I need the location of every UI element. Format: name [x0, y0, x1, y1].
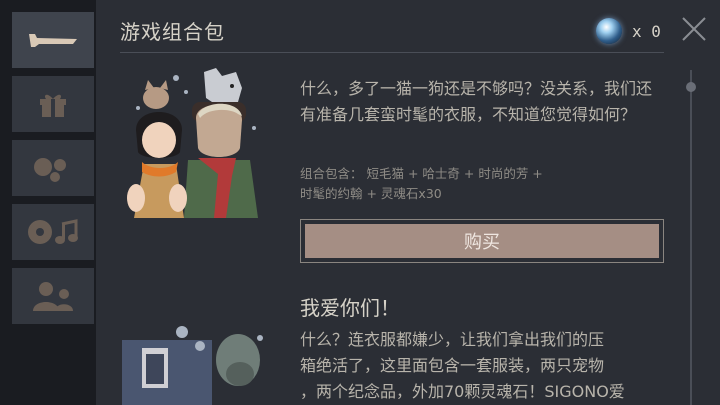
offer-contents-line: 组合包含： 短毛猫 + 哈士奇 + 时尚的芳 + [300, 166, 543, 181]
offer-contents-line: 时髦的约翰 + 灵魂石x30 [300, 186, 442, 201]
tab-characters[interactable] [12, 268, 94, 324]
scrollbar-track[interactable] [690, 70, 692, 405]
category-rail [0, 0, 96, 405]
bundle-illustration [126, 68, 266, 218]
tab-boat[interactable] [12, 12, 94, 68]
title-divider [120, 52, 664, 53]
offer-description-2: 什么？连衣服都嫌少，让我们拿出我们的压 箱绝活了，这里面包含一套服装，两只宠物 … [300, 327, 670, 405]
boat-icon [29, 34, 77, 47]
bundle-illustration-2 [122, 326, 263, 405]
offer-description-line: 箱绝活了，这里面包含一套服装，两只宠物 [300, 356, 605, 375]
currency-count: x 0 [632, 21, 661, 41]
offer-description: 什么，多了一猫一狗还是不够吗？没关系，我们还有准备几套蛮时髦的衣服，不知道您觉得… [300, 79, 653, 124]
people-icon [33, 282, 73, 311]
gift-icon [40, 94, 66, 117]
buy-button-frame: 购买 [300, 219, 664, 263]
tab-music[interactable] [12, 204, 94, 260]
music-icon [28, 219, 78, 244]
scrollbar-thumb[interactable] [686, 82, 696, 92]
soul-stone-icon [596, 18, 622, 44]
buy-button[interactable]: 购买 [305, 224, 659, 258]
soul-stone-counter: x 0 [596, 18, 661, 44]
dots-icon [34, 158, 66, 182]
offer-description-line: ，两个纪念品，外加70颗灵魂石！SIGONO爱 [300, 382, 625, 401]
shop-panel: 游戏组合包 x 0 什么，多了一猫一狗还是不够吗？没关系，我们还有准备几套蛮时髦… [96, 0, 720, 405]
offer-heading: 我爱你们！ [300, 296, 400, 320]
close-icon[interactable] [681, 16, 707, 42]
tab-gift[interactable] [12, 76, 94, 132]
tab-collectibles[interactable] [12, 140, 94, 196]
offer-description-line: 什么？连衣服都嫌少，让我们拿出我们的压 [300, 330, 605, 349]
page-title: 游戏组合包 [120, 20, 225, 44]
offer-contents: 组合包含： 短毛猫 + 哈士奇 + 时尚的芳 + 时髦的约翰 + 灵魂石x30 [300, 164, 640, 204]
